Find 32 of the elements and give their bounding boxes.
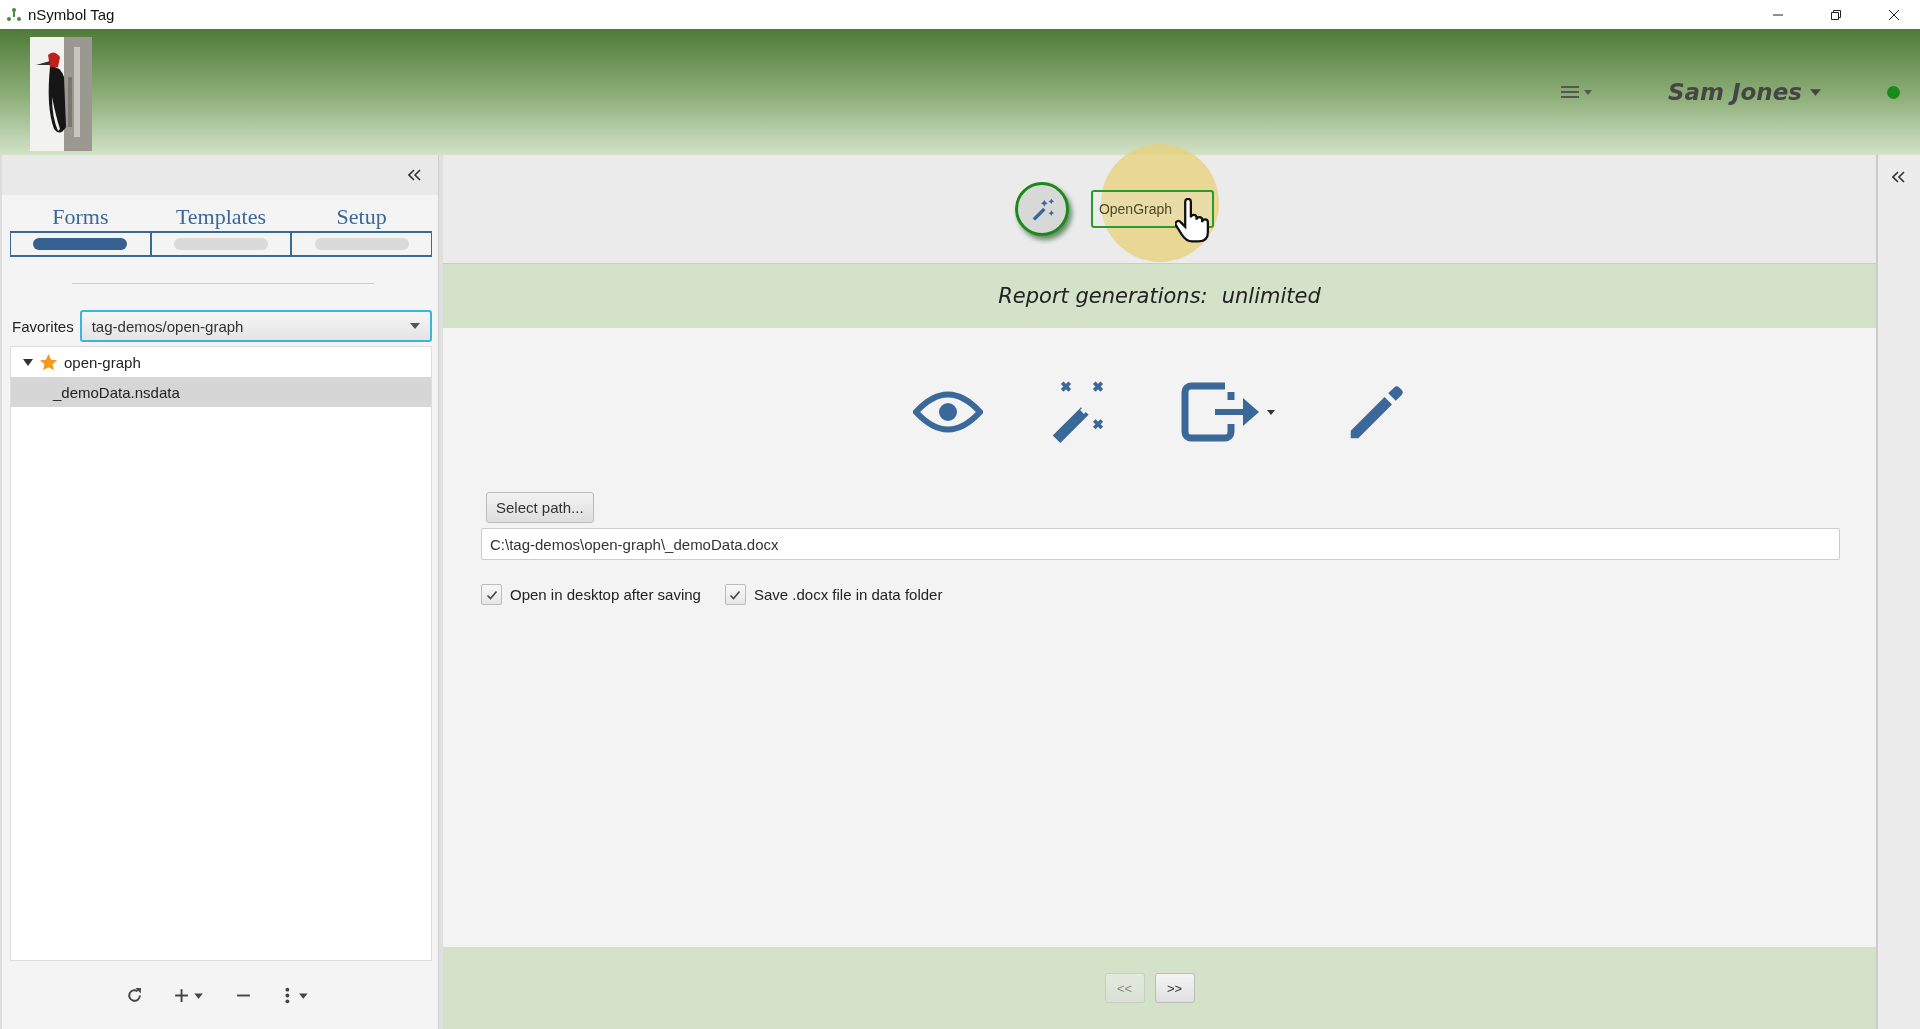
expand-icon[interactable] xyxy=(23,357,33,367)
tab[interactable]: Forms xyxy=(10,203,151,257)
path-field[interactable]: C:\tag-demos\open-graph\_demoData.docx xyxy=(481,528,1840,560)
close-icon[interactable] xyxy=(1888,8,1900,21)
app-logo-icon xyxy=(6,6,22,23)
eye-icon[interactable] xyxy=(912,389,983,435)
checkbox[interactable] xyxy=(724,584,746,605)
report-generations-label: Report generations: xyxy=(998,284,1208,308)
checkbox[interactable] xyxy=(481,584,502,605)
favorites-dropdown[interactable]: tag-demos/open-graph xyxy=(79,310,432,342)
restore-icon[interactable] xyxy=(1830,8,1842,21)
refresh-icon[interactable] xyxy=(126,986,143,1004)
caret-icon xyxy=(410,323,420,329)
favorites-label: Favorites xyxy=(12,317,74,335)
pager-button[interactable]: >> xyxy=(1154,973,1195,1003)
select-path-button[interactable]: Select path... xyxy=(486,492,594,523)
tab[interactable]: Templates xyxy=(150,203,292,257)
user-menu[interactable]: Sam Jones xyxy=(1667,79,1821,105)
collapse-icon[interactable] xyxy=(408,169,422,181)
collapse-icon[interactable] xyxy=(1892,171,1906,183)
tree-item[interactable]: open-graph xyxy=(11,347,431,377)
status-dot xyxy=(1887,85,1900,99)
add-icon[interactable] xyxy=(173,986,205,1004)
tab[interactable]: Setup xyxy=(291,203,432,257)
caret-icon xyxy=(1810,88,1821,96)
checkbox-label: Save .docx file in data folder xyxy=(753,586,943,603)
wand-button[interactable] xyxy=(1014,182,1069,236)
tree-item[interactable]: _demoData.nsdata xyxy=(11,377,431,407)
window-title: nSymbol Tag xyxy=(28,6,115,23)
hand-cursor-icon xyxy=(1174,198,1209,244)
checkbox-label: Open in desktop after saving xyxy=(510,586,701,603)
report-generations-value: unlimited xyxy=(1221,284,1321,308)
